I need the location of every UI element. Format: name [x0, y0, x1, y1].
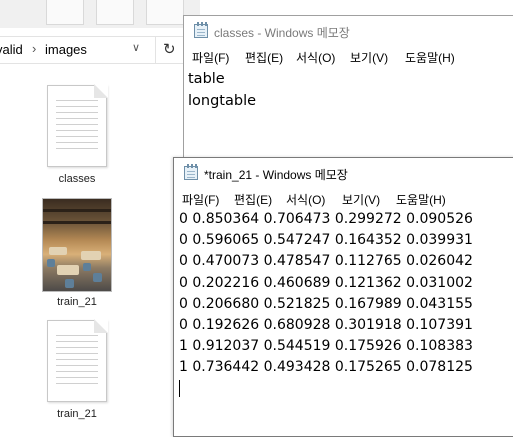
menu-file[interactable]: 파일(F) — [182, 191, 219, 208]
file-name-label: train_21 — [57, 408, 97, 420]
title-bar[interactable]: *train_21 - Windows 메모장 — [174, 158, 513, 188]
text-line: longtable — [188, 93, 257, 109]
annotation-line: 0 0.202216 0.460689 0.121362 0.031002 — [179, 274, 473, 291]
file-item-train-21-text[interactable]: train_21 — [27, 319, 127, 420]
thumbnail-placeholder[interactable] — [146, 0, 184, 25]
explorer-top-strip — [0, 0, 200, 28]
annotation-line: 0 0.850364 0.706473 0.299272 0.090526 — [179, 211, 473, 227]
divider — [155, 37, 156, 63]
annotation-line: 0 0.470073 0.478547 0.112765 0.026042 — [179, 253, 473, 270]
annotation-line: 0 0.206680 0.521825 0.167989 0.043155 — [179, 295, 473, 312]
file-item-classes[interactable]: classes — [27, 84, 127, 185]
notepad-window-train-21[interactable]: *train_21 - Windows 메모장 파일(F) 편집(E) 서식(O… — [173, 157, 513, 437]
notepad-icon — [184, 164, 198, 180]
annotation-line: 1 0.736442 0.493428 0.175265 0.078125 — [179, 359, 473, 376]
annotation-line: 0 0.192626 0.680928 0.301918 0.107391 — [179, 317, 473, 334]
notepad-icon — [194, 22, 208, 38]
text-file-icon — [47, 319, 108, 402]
menu-bar: 파일(F) 편집(E) 서식(O) 보기(V) 도움말(H) — [184, 46, 513, 66]
thumbnail-placeholder[interactable] — [96, 0, 134, 25]
breadcrumb-images[interactable]: images — [45, 42, 87, 57]
breadcrumb-separator-icon[interactable]: › — [32, 41, 36, 56]
menu-view[interactable]: 보기(V) — [350, 49, 388, 66]
menu-format[interactable]: 서식(O) — [296, 49, 335, 66]
address-bar[interactable]: valid › images ∨ ↻ — [0, 36, 200, 64]
menu-view[interactable]: 보기(V) — [342, 191, 380, 208]
annotation-line: 0 0.596065 0.547247 0.164352 0.039931 — [179, 232, 473, 249]
menu-help[interactable]: 도움말(H) — [405, 49, 455, 66]
file-name-label: train_21 — [57, 296, 97, 308]
window-title: classes - Windows 메모장 — [214, 26, 350, 40]
menu-help[interactable]: 도움말(H) — [396, 191, 446, 208]
text-caret — [179, 380, 180, 398]
menu-bar: 파일(F) 편집(E) 서식(O) 보기(V) 도움말(H) — [174, 188, 513, 208]
refresh-icon[interactable]: ↻ — [163, 40, 176, 58]
text-editor[interactable]: table longtable — [184, 68, 513, 159]
notepad-window-classes[interactable]: classes - Windows 메모장 파일(F) 편집(E) 서식(O) … — [183, 15, 513, 160]
breadcrumb-valid[interactable]: valid — [0, 42, 23, 57]
text-editor[interactable]: 0 0.850364 0.706473 0.299272 0.090526 0 … — [174, 208, 513, 436]
thumbnail-placeholder[interactable] — [46, 0, 84, 25]
file-name-label: classes — [58, 173, 96, 185]
menu-edit[interactable]: 편집(E) — [234, 191, 272, 208]
annotation-line: 1 0.912037 0.544519 0.175926 0.108383 — [179, 338, 473, 355]
text-caret-line — [179, 379, 513, 400]
image-thumbnail — [42, 198, 112, 292]
file-item-train-21-image[interactable]: train_21 — [27, 198, 127, 308]
text-line: table — [188, 71, 225, 87]
menu-edit[interactable]: 편집(E) — [245, 49, 283, 66]
title-bar[interactable]: classes - Windows 메모장 — [184, 16, 513, 46]
window-title: *train_21 - Windows 메모장 — [204, 168, 348, 182]
menu-file[interactable]: 파일(F) — [192, 49, 229, 66]
chevron-down-icon[interactable]: ∨ — [132, 41, 140, 54]
text-file-icon — [47, 84, 108, 167]
menu-format[interactable]: 서식(O) — [286, 191, 325, 208]
